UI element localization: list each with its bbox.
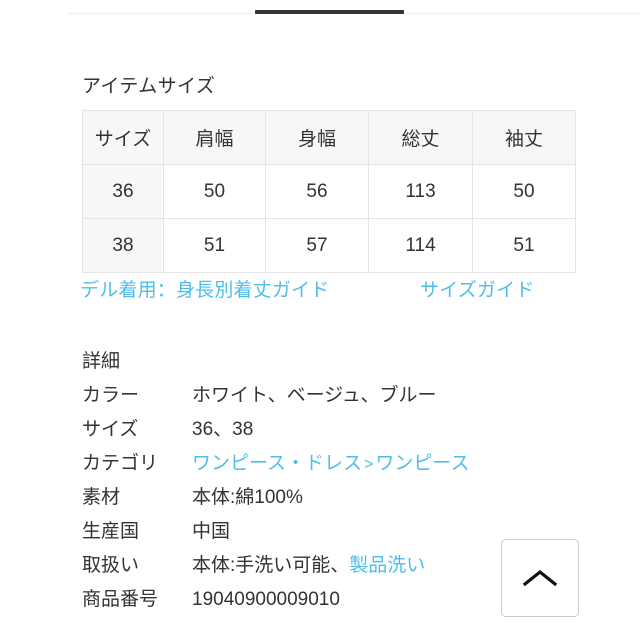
- table-row: 36 50 56 113 50: [82, 164, 576, 219]
- care-text: 本体:手洗い可能、: [192, 555, 350, 576]
- detail-value: 中国: [192, 521, 231, 542]
- category-child-link[interactable]: ワンピース: [375, 453, 469, 474]
- detail-value: 本体:綿100%: [192, 487, 303, 508]
- table-cell: 114: [368, 218, 473, 273]
- table-cell: 36: [82, 164, 164, 219]
- size-table-container: サイズ 肩幅 身幅 総丈 袖丈 36 50 56 113 50 38 51 57…: [0, 0, 640, 300]
- table-cell: 56: [265, 164, 369, 219]
- table-header-row: サイズ 肩幅 身幅 総丈 袖丈: [82, 110, 576, 165]
- detail-value: ワンピース・ドレス > ワンピース: [192, 447, 469, 482]
- detail-value: 19040900009010: [192, 589, 340, 610]
- table-cell: 113: [368, 164, 473, 219]
- table-header-cell: 身幅: [265, 110, 369, 165]
- table-header-cell: 肩幅: [163, 110, 266, 165]
- detail-row-category: カテゴリ ワンピース・ドレス > ワンピース: [82, 447, 602, 481]
- guide-links-row: デル着用：身長別着丈ガイド サイズガイド: [0, 277, 640, 305]
- table-header-cell: サイズ: [82, 110, 164, 165]
- table-cell: 50: [472, 164, 576, 219]
- breadcrumb-separator: >: [364, 456, 374, 473]
- table-header-cell: 総丈: [368, 110, 473, 165]
- detail-row-size: サイズ 36、38: [82, 413, 602, 447]
- category-parent-link[interactable]: ワンピース・ドレス: [192, 453, 362, 474]
- detail-value: 本体:手洗い可能、製品洗い: [192, 549, 425, 583]
- chevron-up-icon: [523, 568, 557, 588]
- model-height-guide-link[interactable]: デル着用：身長別着丈ガイド: [80, 277, 329, 305]
- detail-row-material: 素材 本体:綿100%: [82, 481, 602, 515]
- detail-label: 商品番号: [82, 589, 159, 610]
- detail-label: カテゴリ: [82, 453, 159, 474]
- scroll-to-top-button[interactable]: [501, 539, 579, 617]
- table-cell: 50: [163, 164, 266, 219]
- detail-value: ホワイト、ベージュ、ブルー: [192, 385, 437, 406]
- table-cell: 57: [265, 218, 369, 273]
- table-cell: 38: [82, 218, 164, 273]
- size-guide-link[interactable]: サイズガイド: [420, 277, 535, 305]
- table-cell: 51: [163, 218, 266, 273]
- detail-label: サイズ: [82, 419, 139, 440]
- product-wash-link[interactable]: 製品洗い: [349, 555, 425, 576]
- size-table: サイズ 肩幅 身幅 総丈 袖丈 36 50 56 113 50 38 51 57…: [82, 110, 576, 273]
- detail-row-color: カラー ホワイト、ベージュ、ブルー: [82, 379, 602, 413]
- detail-heading: 詳細: [82, 351, 121, 372]
- table-row: 38 51 57 114 51: [82, 218, 576, 273]
- detail-label: カラー: [82, 385, 140, 406]
- detail-label: 素材: [82, 487, 121, 508]
- table-header-cell: 袖丈: [472, 110, 576, 165]
- detail-value: 36、38: [192, 419, 254, 440]
- detail-label: 生産国: [82, 521, 140, 542]
- detail-label: 取扱い: [82, 555, 140, 576]
- table-cell: 51: [472, 218, 576, 273]
